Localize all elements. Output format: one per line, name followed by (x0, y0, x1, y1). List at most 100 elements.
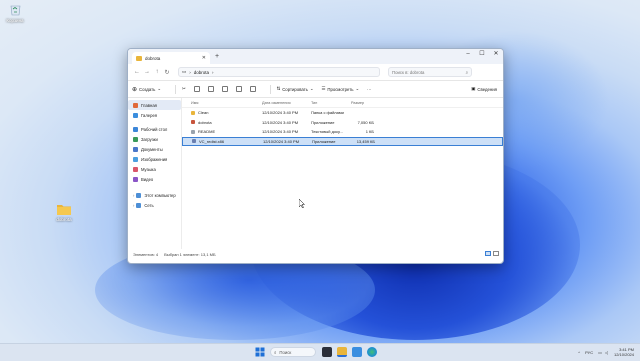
recycle-bin-icon (10, 5, 20, 16)
address-bar-row: ← → ↑ ↻ ▭ › dobrota › Поиск в: dobrota ⌕ (128, 64, 503, 81)
sidebar-item-music[interactable]: Музыка (128, 164, 181, 174)
pictures-icon (133, 156, 138, 162)
sidebar-item-pictures[interactable]: Изображения (128, 154, 181, 164)
plus-icon: ⊕ (132, 86, 138, 93)
file-type: Приложение (312, 138, 336, 144)
file-name: Clean (198, 110, 209, 116)
sidebar-item-label: Галерея (141, 112, 158, 118)
sidebar-item-label: Документы (141, 146, 163, 152)
task-view-icon[interactable] (322, 347, 332, 357)
tab-dobrota[interactable]: dobrota ✕ (132, 52, 210, 64)
search-field[interactable]: Поиск в: dobrota ⌕ (388, 67, 472, 77)
view-button[interactable]: ☰ Просмотреть ⌄ (322, 86, 360, 92)
share-icon[interactable] (235, 86, 242, 92)
sidebar-item-label: Видео (141, 176, 154, 182)
up-icon[interactable]: ↑ (152, 69, 162, 75)
close-button[interactable]: ✕ (489, 49, 503, 62)
sidebar-item-videos[interactable]: Видео (128, 174, 181, 184)
sidebar-item-label: Этот компьютер (144, 192, 176, 198)
chevron-down-icon: ⌄ (355, 86, 360, 91)
details-view-button[interactable] (485, 251, 491, 256)
copy-icon[interactable] (193, 86, 200, 92)
view-icon: ☰ (321, 86, 326, 91)
rename-icon[interactable] (221, 86, 228, 92)
sidebar-item-label: Рабочий стол (141, 126, 168, 132)
clock[interactable]: 3:41 PM 12/10/2024 (614, 347, 634, 357)
column-header-name[interactable]: Имя (182, 101, 262, 105)
file-row-readme[interactable]: README 12/10/2024 3:40 PM Текстовый доку… (182, 127, 503, 137)
file-row-clean[interactable]: Clean 12/10/2024 3:40 PM Папка с файлами (182, 108, 503, 118)
taskbar-search[interactable]: ⌕ Поиск (270, 347, 316, 357)
column-header-size[interactable]: Размер (351, 101, 374, 105)
file-list: Имя Дата изменения Тип Размер Clean 12/1… (182, 98, 503, 249)
column-header-date[interactable]: Дата изменения (262, 101, 311, 105)
file-name: VC_redist.x86 (199, 138, 225, 144)
folder-icon (136, 55, 142, 61)
language-indicator[interactable]: РУС (585, 350, 593, 355)
search-placeholder: Поиск в: dobrota (392, 69, 425, 75)
maximize-button[interactable]: ☐ (475, 49, 489, 62)
start-icon[interactable] (255, 347, 265, 357)
more-options-icon[interactable]: ··· (367, 87, 371, 92)
forward-icon[interactable]: → (142, 69, 152, 75)
address-field[interactable]: ▭ › dobrota › (178, 67, 380, 77)
search-icon: ⌕ (465, 69, 468, 75)
minimize-button[interactable]: – (461, 49, 475, 62)
clock-date: 12/10/2024 (613, 352, 634, 357)
cut-icon[interactable]: ✂ (182, 86, 186, 92)
desktop-recycle-bin[interactable]: Корзина (0, 3, 30, 23)
file-row-dobrota[interactable]: dobrota 12/10/2024 3:40 PM Приложение 7,… (182, 118, 503, 128)
folder-icon (57, 205, 71, 215)
paste-icon[interactable] (207, 86, 214, 92)
close-tab-icon[interactable]: ✕ (202, 55, 206, 61)
taskbar-apps: ⌕ Поиск (255, 347, 382, 357)
details-label: Сведения (477, 86, 497, 92)
details-button[interactable]: ▣ Сведения (471, 86, 497, 92)
sidebar-item-documents[interactable]: Документы (128, 144, 181, 154)
file-explorer-taskbar-icon[interactable] (337, 347, 347, 357)
computer-icon: ▭ (182, 69, 187, 74)
network-icon[interactable]: ▭ (598, 350, 602, 355)
window-controls: – ☐ ✕ (461, 49, 503, 62)
app-icon (191, 120, 195, 125)
sidebar-item-gallery[interactable]: Галерея (128, 110, 181, 120)
sidebar-item-desktop[interactable]: Рабочий стол (128, 124, 181, 134)
sidebar-item-label: Изображения (141, 156, 168, 162)
new-tab-button[interactable]: + (215, 53, 219, 60)
create-button[interactable]: ⊕ Создать ⌄ (132, 86, 161, 93)
edge-browser-icon[interactable] (367, 347, 377, 357)
file-name: README (198, 129, 216, 135)
music-icon (133, 166, 138, 172)
address-path: dobrota (193, 69, 210, 75)
sidebar-item-home[interactable]: Главная (128, 100, 181, 110)
desktop-folder[interactable]: dobrota (49, 203, 79, 222)
chevron-right-icon: › (212, 69, 214, 75)
sidebar-item-this-pc[interactable]: › Этот компьютер (128, 190, 181, 200)
view-toggle (483, 251, 499, 256)
sidebar-item-downloads[interactable]: Загрузки (128, 134, 181, 144)
store-icon[interactable] (352, 347, 362, 357)
back-icon[interactable]: ← (132, 69, 142, 75)
sort-button[interactable]: ⇅ Сортировать ⌄ (277, 86, 314, 92)
tab-title: dobrota (145, 55, 161, 61)
file-size: 13,459 КБ (356, 138, 375, 144)
column-header-type[interactable]: Тип (311, 101, 351, 105)
chevron-down-icon: ⌄ (157, 86, 161, 91)
refresh-icon[interactable]: ↻ (162, 69, 172, 76)
explorer-body: Главная Галерея Рабочий стол Загрузки До… (128, 98, 503, 249)
title-bar: dobrota ✕ + – ☐ ✕ (128, 49, 503, 64)
tiles-view-button[interactable] (493, 251, 499, 256)
mouse-cursor-icon (299, 199, 305, 208)
delete-icon[interactable] (249, 86, 256, 92)
file-row-vc-redist[interactable]: VC_redist.x86 12/10/2024 3:40 PM Приложе… (182, 136, 503, 146)
command-bar: ⊕ Создать ⌄ ✂ ⇅ Сортировать ⌄ ☰ Просмотр… (128, 81, 503, 98)
chevron-up-icon[interactable]: ^ (578, 350, 580, 355)
volume-icon[interactable]: ◁ (605, 350, 608, 355)
file-type: Текстовый доку... (311, 129, 343, 135)
separator (269, 84, 271, 94)
system-tray: ^ РУС ▭ ◁ 3:41 PM 12/10/2024 (578, 347, 634, 357)
item-count: Элементов: 4 (133, 251, 159, 257)
file-date: 12/10/2024 3:40 PM (263, 138, 300, 144)
sidebar-item-network[interactable]: › Сеть (128, 200, 181, 210)
file-name: dobrota (198, 119, 212, 125)
